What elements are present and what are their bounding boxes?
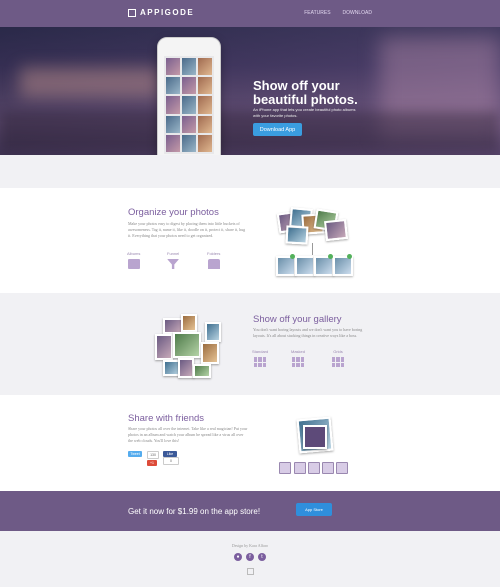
photo-thumbnail bbox=[324, 218, 348, 242]
nav-link-download[interactable]: DOWNLOAD bbox=[343, 10, 372, 16]
photo-thumbnail bbox=[285, 225, 309, 245]
app-icon bbox=[303, 425, 327, 449]
feature-masked: Masked bbox=[291, 349, 305, 367]
nav-link-features[interactable]: FEATURES bbox=[304, 10, 330, 16]
folder-icon bbox=[207, 259, 220, 269]
like-count: 0 bbox=[163, 457, 179, 465]
photo-thumbnail bbox=[173, 332, 201, 358]
organize-section bbox=[0, 188, 500, 293]
hero-title: Show off your beautiful photos. bbox=[253, 78, 358, 107]
share-section bbox=[0, 395, 500, 491]
logo-icon bbox=[128, 8, 136, 17]
download-app-button[interactable]: Download App bbox=[253, 123, 302, 136]
facebook-icon[interactable]: f bbox=[246, 553, 254, 561]
iphone-mockup bbox=[157, 37, 221, 155]
cta-text: Get it now for $1.99 on the app store! bbox=[128, 507, 261, 516]
album-thumbnail bbox=[333, 256, 353, 276]
feature-label: Albums bbox=[127, 251, 141, 256]
check-icon bbox=[347, 254, 352, 259]
top-nav: APPIGODE FEATURES DOWNLOAD bbox=[0, 0, 500, 27]
vimeo-icon[interactable] bbox=[308, 462, 320, 474]
share-title: Share with friends bbox=[128, 413, 205, 424]
nav-links: FEATURES DOWNLOAD bbox=[304, 10, 372, 16]
masked-grid-icon bbox=[292, 357, 304, 367]
twitter-icon[interactable]: t bbox=[258, 553, 266, 561]
feature-funnel: Funnel bbox=[167, 251, 179, 269]
logo[interactable]: APPIGODE bbox=[128, 8, 194, 17]
tweet-button[interactable]: Tweet bbox=[128, 451, 142, 457]
organize-title: Organize your photos bbox=[128, 207, 219, 218]
gallery-body: You don't want boring layouts and we don… bbox=[253, 327, 363, 338]
album-thumbnail bbox=[295, 256, 315, 276]
feature-albums: Albums bbox=[127, 251, 140, 269]
tweet-count: 130 bbox=[147, 451, 159, 459]
gallery-title: Show off your gallery bbox=[253, 314, 342, 325]
facebook-icon[interactable] bbox=[336, 462, 348, 474]
photo-thumbnail bbox=[193, 364, 211, 378]
logo-text: APPIGODE bbox=[140, 8, 195, 17]
page: APPIGODE FEATURES DOWNLOAD Show off your… bbox=[0, 0, 500, 587]
feature-label: Standard bbox=[252, 349, 269, 354]
grids-icon bbox=[332, 357, 344, 367]
share-body: Share your photos all over the internet.… bbox=[128, 426, 248, 443]
cta-banner: Get it now for $1.99 on the app store! A… bbox=[0, 491, 500, 531]
spacer-band bbox=[0, 155, 500, 188]
google-plus-button[interactable]: +1 bbox=[147, 460, 157, 466]
check-icon bbox=[290, 254, 295, 259]
feature-label: Folders bbox=[207, 251, 221, 256]
dribbble-icon[interactable]: ● bbox=[234, 553, 242, 561]
albums-icon bbox=[127, 259, 140, 269]
phone-screen bbox=[164, 56, 214, 154]
arrow-down-icon bbox=[312, 243, 313, 255]
album-thumbnail bbox=[276, 256, 296, 276]
hero-subtitle: An iPhone app that lets you create beaut… bbox=[253, 107, 356, 118]
twitter-icon[interactable] bbox=[294, 462, 306, 474]
badge-icon bbox=[247, 568, 254, 575]
check-icon bbox=[328, 254, 333, 259]
feature-folders: Folders bbox=[207, 251, 220, 269]
photo-thumbnail bbox=[201, 342, 219, 364]
hero: Show off your beautiful photos. An iPhon… bbox=[0, 27, 500, 155]
feature-label: Masked bbox=[291, 349, 306, 354]
feature-label: Grids bbox=[333, 349, 343, 354]
standard-grid-icon bbox=[254, 357, 267, 367]
organize-body: Make your photos easy to digest by placi… bbox=[128, 221, 246, 238]
tumblr-icon[interactable] bbox=[279, 462, 291, 474]
photo-thumbnail bbox=[178, 358, 194, 378]
feature-standard: Standard bbox=[252, 349, 268, 367]
flickr-icon[interactable] bbox=[322, 462, 334, 474]
photo-thumbnail bbox=[205, 322, 221, 342]
album-thumbnail bbox=[314, 256, 334, 276]
photo-thumbnail bbox=[155, 334, 173, 360]
photo-thumbnail bbox=[181, 314, 197, 332]
feature-label: Funnel bbox=[167, 251, 180, 256]
app-store-button[interactable]: App Store bbox=[296, 503, 332, 516]
feature-grids: Grids bbox=[332, 349, 344, 367]
funnel-icon bbox=[167, 259, 180, 269]
footer-credit: Design by Kara Alfaro bbox=[231, 543, 269, 548]
gallery-section bbox=[0, 293, 500, 395]
